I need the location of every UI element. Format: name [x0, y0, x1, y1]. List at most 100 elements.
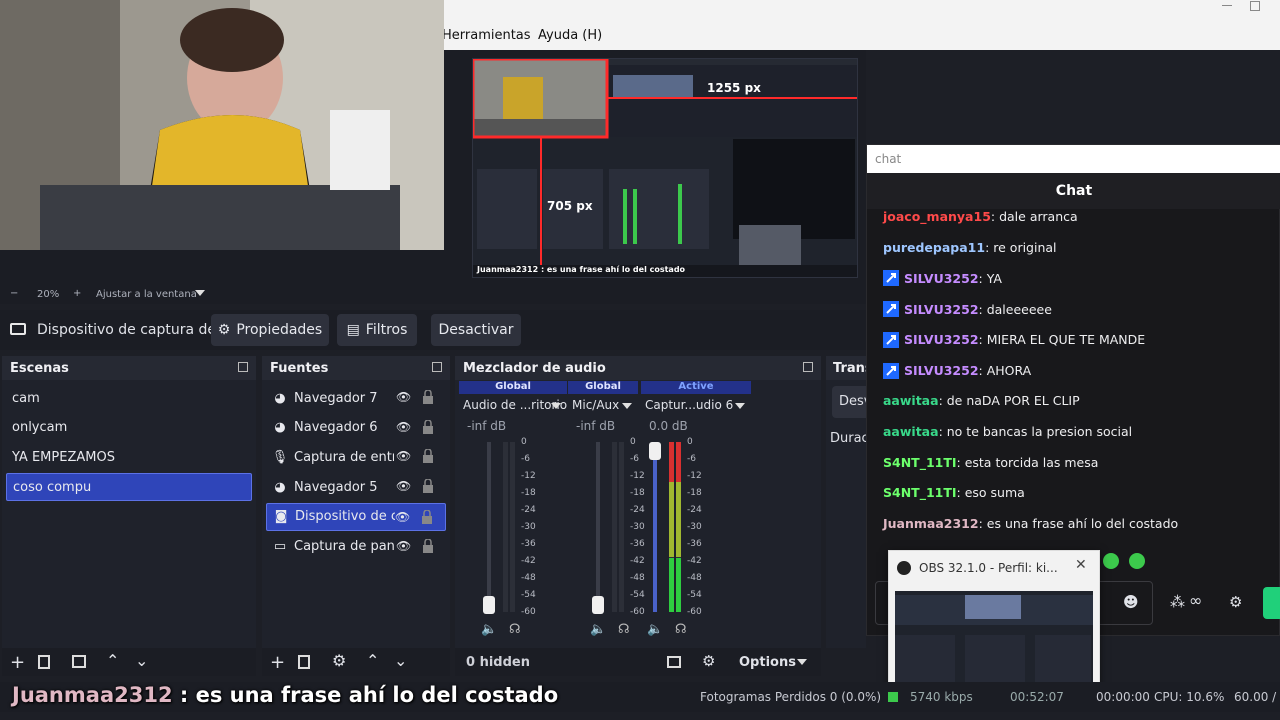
lock-icon[interactable]: [422, 478, 438, 495]
muted-speaker-icon[interactable]: 🔈: [590, 622, 606, 637]
scene-item[interactable]: YA EMPEZAMOS: [6, 443, 252, 471]
lock-icon[interactable]: [422, 448, 438, 465]
add-icon[interactable]: +: [10, 652, 25, 673]
chat-send-button[interactable]: [1263, 587, 1280, 619]
chat-username[interactable]: SILVU3252: [904, 302, 979, 317]
chevron-down-icon[interactable]: [551, 403, 561, 409]
headphones-icon[interactable]: ☊: [618, 622, 630, 637]
chat-username[interactable]: aawitaa: [883, 393, 939, 408]
chat-address-bar[interactable]: chat: [867, 145, 1280, 173]
infinity-icon[interactable]: ∞: [1189, 591, 1202, 610]
moderator-badge-icon[interactable]: [883, 362, 899, 379]
volume-slider[interactable]: [487, 442, 491, 612]
zoom-in-button[interactable]: +: [73, 288, 81, 299]
lock-icon[interactable]: [421, 509, 437, 526]
filter-icon[interactable]: [72, 655, 86, 668]
connection-icon: [888, 692, 898, 702]
source-item[interactable]: ◙ Dispositivo de ca 👁: [266, 502, 446, 531]
channel-name[interactable]: Captur...udio 6: [645, 398, 733, 412]
moderator-badge-icon[interactable]: [883, 270, 899, 287]
chat-username[interactable]: SILVU3252: [904, 332, 979, 347]
chat-username[interactable]: S4NT_11TI: [883, 485, 957, 500]
chat-username[interactable]: SILVU3252: [904, 363, 979, 378]
minimize-icon[interactable]: [1222, 5, 1232, 6]
move-down-icon[interactable]: ⌄: [135, 651, 148, 670]
emote-icon[interactable]: [1129, 553, 1145, 569]
taskbar-preview[interactable]: OBS 32.1.0 - Perfil: ki... ✕: [888, 550, 1100, 694]
lock-icon[interactable]: [422, 537, 438, 555]
lock-icon[interactable]: [422, 389, 438, 406]
undock-icon[interactable]: [432, 362, 442, 372]
channel-points-icon[interactable]: ⁂: [1170, 593, 1185, 611]
filters-button[interactable]: ▤ Filtros: [337, 314, 417, 346]
chat-username[interactable]: Juanmaa2312: [883, 516, 979, 531]
trash-icon[interactable]: [298, 655, 310, 669]
chevron-down-icon[interactable]: [195, 290, 205, 296]
gear-icon[interactable]: ⚙: [702, 652, 715, 670]
undock-icon[interactable]: [238, 362, 248, 372]
volume-knob[interactable]: [483, 596, 495, 614]
source-item[interactable]: ◕ Navegador 5 👁: [266, 473, 446, 501]
source-item[interactable]: ◕ Navegador 6 👁: [266, 414, 446, 442]
eye-icon[interactable]: 👁: [396, 449, 412, 465]
chevron-down-icon[interactable]: [622, 403, 632, 409]
properties-button[interactable]: ⚙ Propiedades: [211, 314, 329, 346]
taskbar-preview-title: OBS 32.1.0 - Perfil: ki...: [919, 561, 1058, 575]
volume-knob[interactable]: [592, 596, 604, 614]
moderator-badge-icon[interactable]: [883, 301, 899, 318]
headphones-icon[interactable]: ☊: [509, 622, 521, 637]
eye-icon[interactable]: 👁: [396, 479, 412, 495]
eye-icon[interactable]: 👁: [396, 420, 412, 436]
trash-icon[interactable]: [38, 655, 50, 669]
chat-username[interactable]: aawitaa: [883, 424, 939, 439]
chevron-down-icon[interactable]: [797, 659, 807, 665]
menu-ayuda[interactable]: Ayuda (H): [538, 28, 602, 43]
source-item[interactable]: ▭ Captura de panta👁: [266, 533, 446, 561]
source-item[interactable]: ◕ Navegador 7 👁: [266, 384, 446, 412]
channel-name[interactable]: Mic/Aux: [572, 398, 619, 412]
source-item[interactable]: 🎙 Captura de entra 👁: [266, 443, 446, 471]
move-up-icon[interactable]: ⌃: [366, 651, 379, 670]
chat-message: joaco_manya15: dale arranca: [883, 209, 1078, 224]
channel-tag: Global: [568, 381, 638, 394]
undock-icon[interactable]: [803, 362, 813, 372]
headphones-icon[interactable]: ☊: [675, 622, 687, 637]
emoji-icon[interactable]: ☻: [1123, 593, 1139, 611]
move-down-icon[interactable]: ⌄: [394, 651, 407, 670]
maximize-icon[interactable]: [1250, 1, 1260, 11]
chat-username[interactable]: SILVU3252: [904, 271, 979, 286]
volume-knob[interactable]: [649, 442, 661, 460]
chat-username[interactable]: puredepapa11: [883, 240, 985, 255]
gear-icon[interactable]: ⚙: [332, 651, 346, 670]
zoom-out-button[interactable]: −: [10, 288, 18, 299]
emote-icon[interactable]: [1103, 553, 1119, 569]
scene-item[interactable]: coso compu: [6, 473, 252, 502]
speaker-icon[interactable]: 🔈: [647, 622, 663, 637]
moderator-badge-icon[interactable]: [883, 331, 899, 348]
muted-speaker-icon[interactable]: 🔈: [481, 622, 497, 637]
move-up-icon[interactable]: ⌃: [106, 651, 119, 670]
mixer-layout-icon[interactable]: [667, 656, 681, 668]
eye-icon[interactable]: 👁: [395, 510, 411, 526]
fit-window-label[interactable]: Ajustar a la ventana: [96, 289, 197, 300]
hidden-count[interactable]: 0 hidden: [466, 655, 530, 670]
deactivate-button[interactable]: Desactivar: [431, 314, 521, 346]
program-preview[interactable]: 1255 px 705 px Juanmaa2312 : es una fras…: [472, 58, 858, 278]
chevron-down-icon[interactable]: [735, 403, 745, 409]
transition-select[interactable]: Desv: [832, 386, 866, 418]
scene-item[interactable]: cam: [6, 384, 252, 412]
eye-icon[interactable]: 👁: [396, 539, 412, 555]
gear-icon[interactable]: ⚙: [1229, 593, 1242, 611]
chat-message: SILVU3252: YA: [883, 270, 1002, 287]
mixer-options-button[interactable]: Options: [739, 655, 796, 670]
chat-username[interactable]: S4NT_11TI: [883, 455, 957, 470]
menu-herramientas[interactable]: Herramientas: [442, 28, 531, 43]
close-icon[interactable]: ✕: [1075, 557, 1087, 573]
chat-username[interactable]: joaco_manya15: [883, 209, 991, 224]
eye-icon[interactable]: 👁: [396, 390, 412, 406]
scene-item[interactable]: onlycam: [6, 414, 252, 442]
volume-slider[interactable]: [596, 442, 600, 612]
volume-slider[interactable]: [653, 442, 657, 612]
add-icon[interactable]: +: [270, 652, 285, 673]
lock-icon[interactable]: [422, 419, 438, 436]
